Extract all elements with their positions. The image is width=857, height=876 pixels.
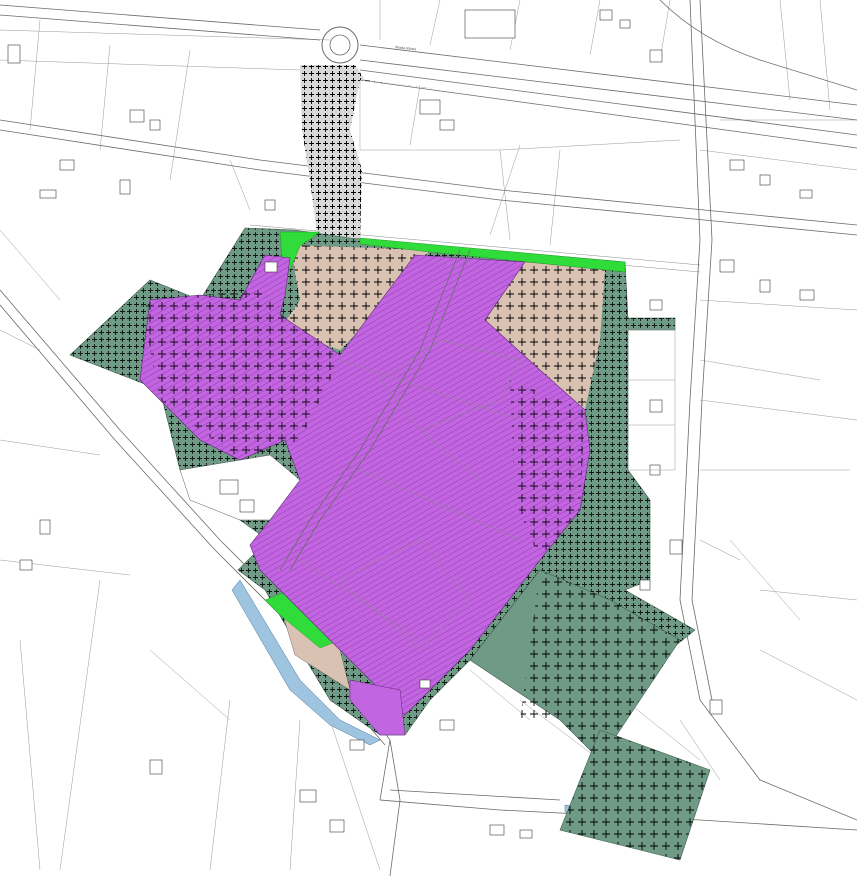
cadastral-map: Strada statale [0, 0, 857, 876]
map-canvas[interactable]: Strada statale [0, 0, 857, 876]
